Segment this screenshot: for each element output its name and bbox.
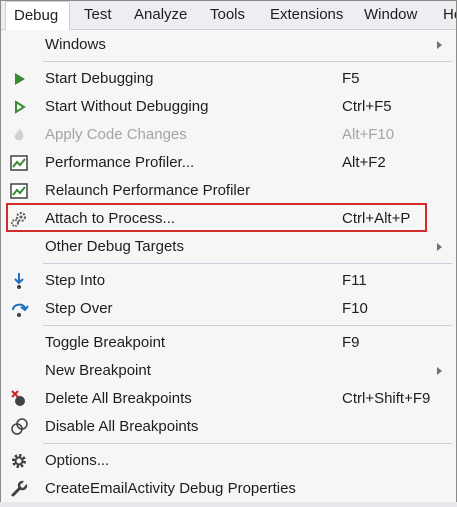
visual-studio-debug-menu: Debug Test Analyze Tools Extensions Wind… bbox=[0, 0, 457, 507]
start-without-debugging-item[interactable]: Start Without Debugging Ctrl+F5 bbox=[1, 93, 456, 121]
disable-all-breakpoints-item[interactable]: Disable All Breakpoints bbox=[1, 413, 456, 441]
relaunch-performance-profiler-item[interactable]: Relaunch Performance Profiler bbox=[1, 177, 456, 205]
separator bbox=[43, 443, 452, 444]
submenu-arrow-icon bbox=[437, 367, 442, 375]
attach-to-process-highlight-box bbox=[6, 203, 427, 232]
windows-item[interactable]: Windows bbox=[1, 31, 456, 59]
separator bbox=[43, 61, 452, 62]
toggle-breakpoint-item[interactable]: Toggle Breakpoint F9 bbox=[1, 329, 456, 357]
separator bbox=[43, 325, 452, 326]
delete-all-breakpoints-item[interactable]: Delete All Breakpoints Ctrl+Shift+F9 bbox=[1, 385, 456, 413]
step-over-label: Step Over bbox=[45, 300, 113, 317]
new-breakpoint-label: New Breakpoint bbox=[45, 362, 151, 379]
submenu-arrow-icon bbox=[437, 41, 442, 49]
flame-icon bbox=[9, 126, 29, 144]
menu-window[interactable]: Window bbox=[364, 1, 417, 29]
toggle-breakpoint-shortcut: F9 bbox=[342, 334, 360, 351]
step-into-label: Step Into bbox=[45, 272, 106, 289]
menu-debug[interactable]: Debug bbox=[5, 1, 70, 30]
disable-all-breakpoints-label: Disable All Breakpoints bbox=[45, 418, 199, 435]
menu-test[interactable]: Test bbox=[84, 1, 112, 29]
step-over-item[interactable]: Step Over F10 bbox=[1, 295, 456, 323]
menu-bar: Debug Test Analyze Tools Extensions Wind… bbox=[1, 1, 456, 30]
relaunch-performance-profiler-label: Relaunch Performance Profiler bbox=[45, 182, 251, 199]
toggle-breakpoint-label: Toggle Breakpoint bbox=[45, 334, 166, 351]
step-into-item[interactable]: Step Into F11 bbox=[1, 267, 456, 295]
menu-help[interactable]: He bbox=[443, 1, 456, 29]
start-without-debugging-label: Start Without Debugging bbox=[45, 98, 209, 115]
background-strip bbox=[0, 502, 457, 507]
menu-analyze[interactable]: Analyze bbox=[134, 1, 187, 29]
menu-extensions[interactable]: Extensions bbox=[270, 1, 343, 29]
profiler-chart-icon bbox=[9, 154, 29, 172]
disable-breakpoints-icon bbox=[9, 418, 29, 436]
windows-label: Windows bbox=[45, 36, 106, 53]
new-breakpoint-item[interactable]: New Breakpoint bbox=[1, 357, 456, 385]
delete-breakpoints-icon bbox=[9, 390, 29, 408]
performance-profiler-item[interactable]: Performance Profiler... Alt+F2 bbox=[1, 149, 456, 177]
step-into-icon bbox=[9, 272, 29, 290]
performance-profiler-shortcut: Alt+F2 bbox=[342, 154, 386, 171]
start-debugging-item[interactable]: Start Debugging F5 bbox=[1, 65, 456, 93]
apply-code-changes-label: Apply Code Changes bbox=[45, 126, 187, 143]
delete-all-breakpoints-label: Delete All Breakpoints bbox=[45, 390, 192, 407]
other-debug-targets-item[interactable]: Other Debug Targets bbox=[1, 233, 456, 261]
options-item[interactable]: Options... bbox=[1, 447, 456, 475]
play-outline-icon bbox=[9, 98, 29, 116]
submenu-arrow-icon bbox=[437, 243, 442, 251]
step-over-shortcut: F10 bbox=[342, 300, 368, 317]
start-debugging-shortcut: F5 bbox=[342, 70, 360, 87]
start-without-debugging-shortcut: Ctrl+F5 bbox=[342, 98, 392, 115]
other-debug-targets-label: Other Debug Targets bbox=[45, 238, 184, 255]
step-into-shortcut: F11 bbox=[342, 272, 367, 289]
delete-all-breakpoints-shortcut: Ctrl+Shift+F9 bbox=[342, 390, 431, 407]
options-label: Options... bbox=[45, 452, 110, 469]
separator bbox=[43, 263, 452, 264]
performance-profiler-label: Performance Profiler... bbox=[45, 154, 195, 171]
apply-code-changes-item[interactable]: Apply Code Changes Alt+F10 bbox=[1, 121, 456, 149]
debug-properties-item[interactable]: CreateEmailActivity Debug Properties bbox=[1, 475, 456, 503]
wrench-icon bbox=[9, 480, 29, 498]
play-filled-icon bbox=[9, 70, 29, 88]
gear-icon bbox=[9, 452, 29, 470]
profiler-chart-icon bbox=[9, 182, 29, 200]
apply-code-changes-shortcut: Alt+F10 bbox=[342, 126, 395, 143]
menu-tools[interactable]: Tools bbox=[210, 1, 245, 29]
debug-dropdown: Windows Start Debugging F5 Start Without… bbox=[1, 29, 456, 506]
debug-properties-label: CreateEmailActivity Debug Properties bbox=[45, 480, 296, 497]
start-debugging-label: Start Debugging bbox=[45, 70, 154, 87]
step-over-icon bbox=[9, 300, 29, 318]
